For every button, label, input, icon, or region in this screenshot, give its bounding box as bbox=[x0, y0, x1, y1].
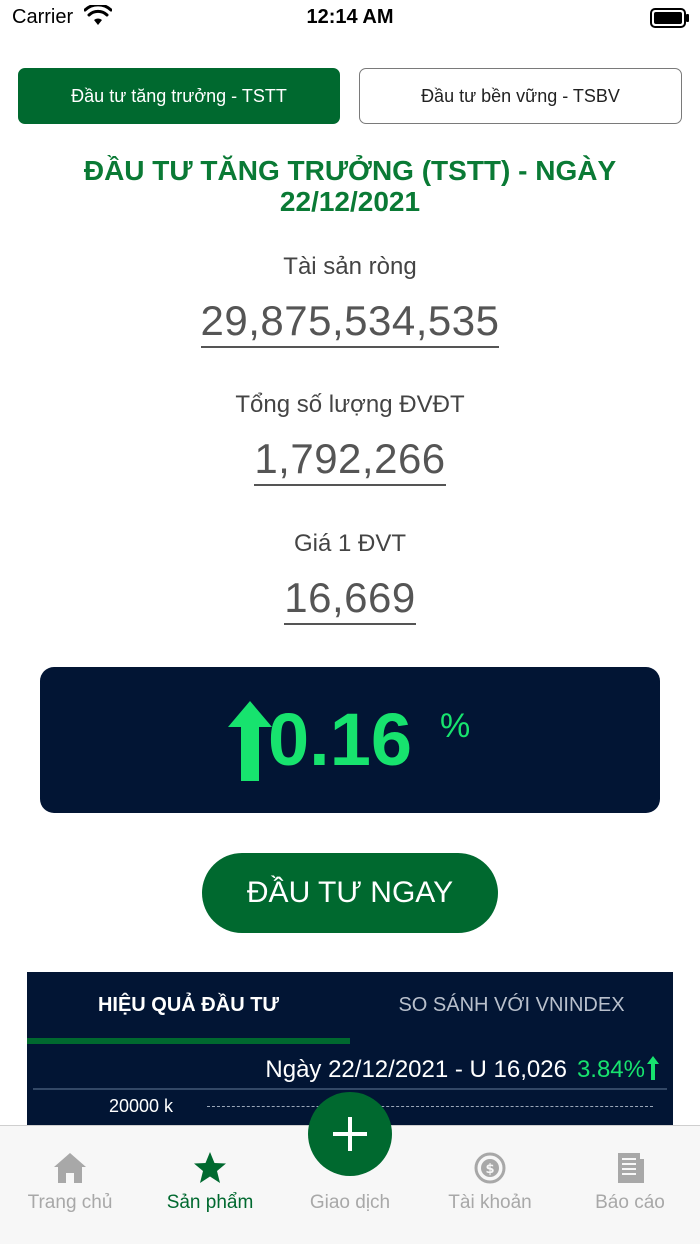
page-title-line2: 22/12/2021 bbox=[279, 186, 421, 217]
tabbar-item-products[interactable]: Sản phẩm bbox=[140, 1126, 280, 1244]
plus-icon bbox=[333, 1117, 367, 1151]
net-asset-label: Tài sản ròng bbox=[283, 253, 417, 280]
tabbar-label-products: Sản phẩm bbox=[166, 1192, 254, 1213]
tabbar-label-account: Tài khoản bbox=[448, 1192, 532, 1213]
tab-compare-vnindex[interactable]: SO SÁNH VỚI VNINDEX bbox=[350, 972, 673, 1038]
page-title-line1: ĐẦU TƯ TĂNG TRƯỞNG (TSTT) - NGÀY bbox=[83, 155, 617, 186]
tabbar-label-transactions: Giao dịch bbox=[309, 1192, 391, 1213]
page-title: ĐẦU TƯ TĂNG TRƯỞNG (TSTT) - NGÀY 22/12/2… bbox=[60, 155, 640, 217]
performance-card: 0.16 % bbox=[40, 667, 660, 813]
tab-investment-performance[interactable]: HIỆU QUẢ ĐẦU TƯ bbox=[27, 972, 350, 1038]
y-axis-tick: 20000 k bbox=[109, 1096, 174, 1116]
total-units-amount: 1,792,266 bbox=[254, 435, 446, 486]
net-asset-value: 29,875,534,535 bbox=[0, 297, 700, 348]
tabbar-label-reports: Báo cáo bbox=[595, 1192, 665, 1213]
unit-price-label: Giá 1 ĐVT bbox=[293, 530, 407, 557]
status-time: 12:14 AM bbox=[306, 6, 394, 28]
chart-gridline bbox=[207, 1106, 653, 1107]
net-asset-amount: 29,875,534,535 bbox=[200, 297, 500, 348]
tabbar-item-reports[interactable]: Báo cáo bbox=[560, 1126, 700, 1244]
tab-tstt[interactable]: Đầu tư tăng trưởng - TSTT bbox=[18, 68, 340, 124]
total-units-value: 1,792,266 bbox=[0, 435, 700, 486]
unit-price-amount: 16,669 bbox=[284, 574, 416, 625]
chart-change-value: 3.84% bbox=[576, 1056, 645, 1083]
performance-unit: % bbox=[440, 707, 471, 745]
performance-value: 0.16 bbox=[268, 698, 413, 781]
arrow-up-small-icon bbox=[647, 1056, 659, 1080]
tabbar-item-account[interactable]: $ Tài khoản bbox=[420, 1126, 560, 1244]
coin-icon: $ bbox=[474, 1152, 506, 1184]
report-icon bbox=[618, 1153, 644, 1183]
tabbar-item-home[interactable]: Trang chủ bbox=[0, 1126, 140, 1244]
unit-price-value: 16,669 bbox=[0, 574, 700, 625]
arrow-up-icon bbox=[228, 701, 272, 781]
star-icon bbox=[194, 1152, 226, 1183]
status-bar: Carrier 12:14 AM bbox=[0, 0, 700, 36]
transaction-plus-button[interactable] bbox=[308, 1092, 392, 1176]
total-units-label: Tổng số lượng ĐVĐT bbox=[235, 391, 465, 418]
battery-icon bbox=[650, 8, 689, 28]
svg-text:$: $ bbox=[485, 1162, 494, 1177]
tab-tsbv[interactable]: Đầu tư bền vững - TSBV bbox=[359, 68, 682, 124]
chart-date-row: Ngày 22/12/2021 - U 16,026 3.84% bbox=[265, 1056, 659, 1084]
tabbar-label-home: Trang chủ bbox=[27, 1192, 113, 1213]
home-icon bbox=[54, 1153, 86, 1183]
chart-date-label: Ngày 22/12/2021 - U 16,026 bbox=[265, 1056, 567, 1083]
active-tab-indicator bbox=[27, 1038, 350, 1044]
invest-now-button[interactable]: ĐẦU TƯ NGAY bbox=[202, 853, 498, 933]
